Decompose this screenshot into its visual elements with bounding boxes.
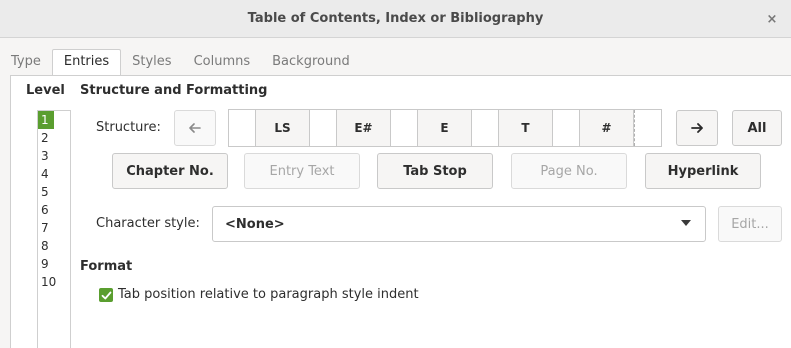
title-bar: Table of Contents, Index or Bibliography… <box>0 0 791 38</box>
level-list[interactable]: 1 2 3 4 5 6 7 8 9 10 <box>37 110 71 348</box>
arrow-left-icon <box>189 123 201 133</box>
tab-position-label[interactable]: Tab position relative to paragraph style… <box>118 287 419 302</box>
character-style-value: <None> <box>225 216 285 232</box>
edit-character-style-button[interactable]: Edit... <box>718 206 782 242</box>
format-heading: Format <box>80 259 133 274</box>
scroll-right-button[interactable] <box>676 110 718 146</box>
tab-bar: Type Entries Styles Columns Background <box>0 49 361 75</box>
checkmark-icon <box>101 291 111 299</box>
character-style-label: Character style: <box>96 216 200 231</box>
level-item[interactable]: 5 <box>38 183 70 201</box>
chapter-no-button[interactable]: Chapter No. <box>112 153 228 189</box>
level-item[interactable]: 9 <box>38 255 70 273</box>
tab-entries[interactable]: Entries <box>51 49 122 75</box>
level-item[interactable]: 1 <box>38 111 54 129</box>
structure-editor[interactable]: LS E# E T # <box>228 109 662 147</box>
structure-edit-slot[interactable] <box>634 110 661 146</box>
structure-edit-slot[interactable] <box>553 110 580 146</box>
entry-text-button[interactable]: Entry Text <box>244 153 360 189</box>
level-item[interactable]: 6 <box>38 201 70 219</box>
character-style-dropdown[interactable]: <None> <box>212 206 706 242</box>
structure-token-ls[interactable]: LS <box>256 110 310 146</box>
structure-label: Structure: <box>96 120 161 135</box>
structure-formatting-heading: Structure and Formatting <box>80 83 268 98</box>
tab-columns[interactable]: Columns <box>183 50 262 75</box>
chevron-down-icon <box>681 220 691 226</box>
toc-dialog: Table of Contents, Index or Bibliography… <box>0 0 791 348</box>
dialog-title: Table of Contents, Index or Bibliography <box>247 11 544 26</box>
level-heading: Level <box>26 83 65 98</box>
tab-position-checkbox[interactable] <box>99 288 113 302</box>
arrow-right-icon <box>691 123 703 133</box>
structure-token-page-number[interactable]: # <box>580 110 634 146</box>
structure-edit-slot[interactable] <box>391 110 418 146</box>
level-item[interactable]: 3 <box>38 147 70 165</box>
tab-type[interactable]: Type <box>0 50 52 75</box>
level-item[interactable]: 8 <box>38 237 70 255</box>
tab-styles[interactable]: Styles <box>121 50 182 75</box>
hyperlink-button[interactable]: Hyperlink <box>645 153 761 189</box>
all-levels-button[interactable]: All <box>732 110 782 146</box>
level-item[interactable]: 10 <box>38 273 70 291</box>
tab-stop-button[interactable]: Tab Stop <box>377 153 493 189</box>
tab-background[interactable]: Background <box>261 50 361 75</box>
structure-edit-slot[interactable] <box>310 110 337 146</box>
page-no-button[interactable]: Page No. <box>511 153 627 189</box>
structure-edit-slot[interactable] <box>472 110 499 146</box>
level-item[interactable]: 7 <box>38 219 70 237</box>
level-item[interactable]: 4 <box>38 165 70 183</box>
level-item[interactable]: 2 <box>38 129 70 147</box>
structure-token-e[interactable]: E <box>418 110 472 146</box>
structure-token-e-number[interactable]: E# <box>337 110 391 146</box>
structure-token-t[interactable]: T <box>499 110 553 146</box>
scroll-left-button[interactable] <box>174 110 216 146</box>
structure-edit-slot[interactable] <box>229 110 256 146</box>
close-icon[interactable]: × <box>763 10 781 28</box>
